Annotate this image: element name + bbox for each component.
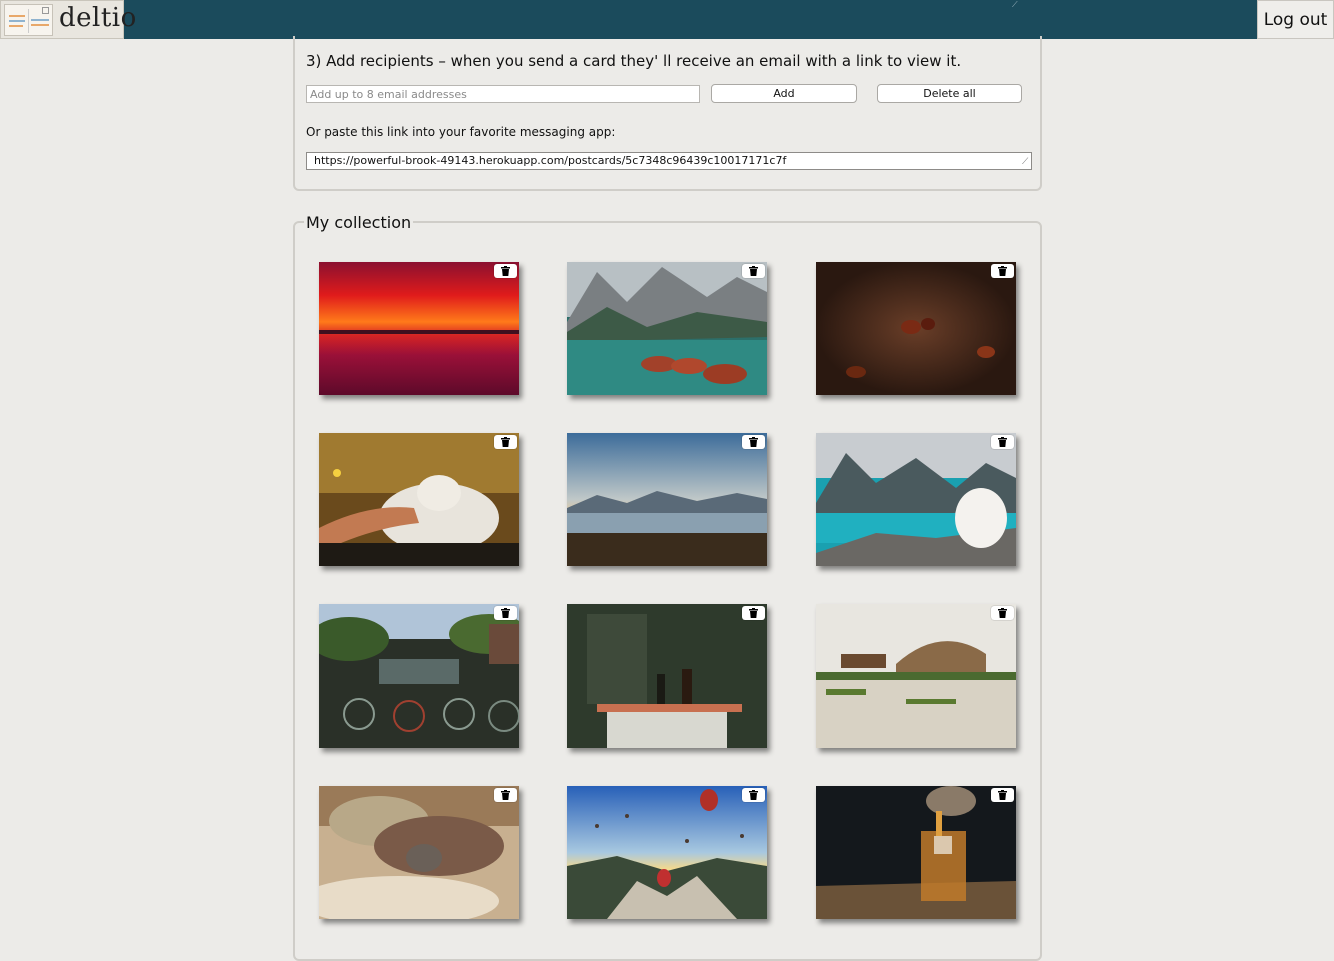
share-link-field[interactable]: https://powerful-brook-49143.herokuapp.c… [306,152,1032,170]
app-logo[interactable]: deltio [0,0,136,39]
delete-card-button[interactable] [991,788,1014,802]
recipients-heading: 3) Add recipients – when you send a card… [306,52,962,70]
canal-bikes-image [319,604,519,748]
postcard-thumbnail[interactable] [319,604,519,748]
trash-icon [998,790,1007,800]
textarea-resize-icon[interactable]: ⟋ [1022,158,1028,167]
cat-petted-image [319,433,519,566]
lake-boats-image [567,262,767,395]
delete-card-button[interactable] [494,606,517,620]
mountain-lake-image [567,433,767,566]
top-bar: deltio ⟋ Log out [0,0,1334,39]
delete-card-button[interactable] [494,435,517,449]
delete-card-button[interactable] [742,435,765,449]
delete-card-button[interactable] [494,788,517,802]
delete-all-button[interactable]: Delete all [877,84,1022,103]
postcard-thumbnail[interactable] [816,786,1016,919]
trash-icon [998,266,1007,276]
trash-icon [749,437,758,447]
houseboat-image [816,604,1016,748]
paste-link-label: Or paste this link into your favorite me… [306,125,616,139]
delete-card-button[interactable] [991,606,1014,620]
postcard-thumbnail[interactable] [816,604,1016,748]
postcard-logo-icon [4,4,53,36]
email-input[interactable] [306,85,700,103]
delete-card-button[interactable] [742,788,765,802]
trash-icon [501,266,510,276]
delete-card-button[interactable] [494,264,517,278]
collection-legend: My collection [304,213,414,232]
postcard-thumbnail[interactable] [319,786,519,919]
resize-grip-icon: ⟋ [1012,0,1018,9]
delete-card-button[interactable] [991,435,1014,449]
delete-card-button[interactable] [742,264,765,278]
cat-blanket-image [319,786,519,919]
recipients-panel: 3) Add recipients – when you send a card… [293,36,1042,191]
trash-icon [998,608,1007,618]
dark-room-image [567,604,767,748]
trash-icon [749,608,758,618]
collection-panel: My collection [293,213,1042,961]
trash-icon [749,790,758,800]
trash-icon [501,790,510,800]
ant-image [816,262,1016,395]
trash-icon [501,437,510,447]
postcard-thumbnail[interactable] [567,262,767,395]
postcard-thumbnail[interactable] [567,433,767,566]
postcard-thumbnail[interactable] [567,604,767,748]
delete-card-button[interactable] [991,264,1014,278]
trash-icon [998,437,1007,447]
postcard-thumbnail[interactable] [816,262,1016,395]
sunset-image [319,262,519,395]
logo-text: deltio [59,3,137,33]
trash-icon [501,608,510,618]
balloons-image [567,786,767,919]
postcard-thumbnail[interactable] [319,433,519,566]
whisky-image [816,786,1016,919]
delete-card-button[interactable] [742,606,765,620]
dog-lake-image [816,433,1016,566]
logout-button[interactable]: Log out [1257,0,1334,39]
postcard-thumbnail[interactable] [567,786,767,919]
postcard-thumbnail[interactable] [319,262,519,395]
trash-icon [749,266,758,276]
postcard-thumbnail[interactable] [816,433,1016,566]
add-recipient-button[interactable]: Add [711,84,857,103]
